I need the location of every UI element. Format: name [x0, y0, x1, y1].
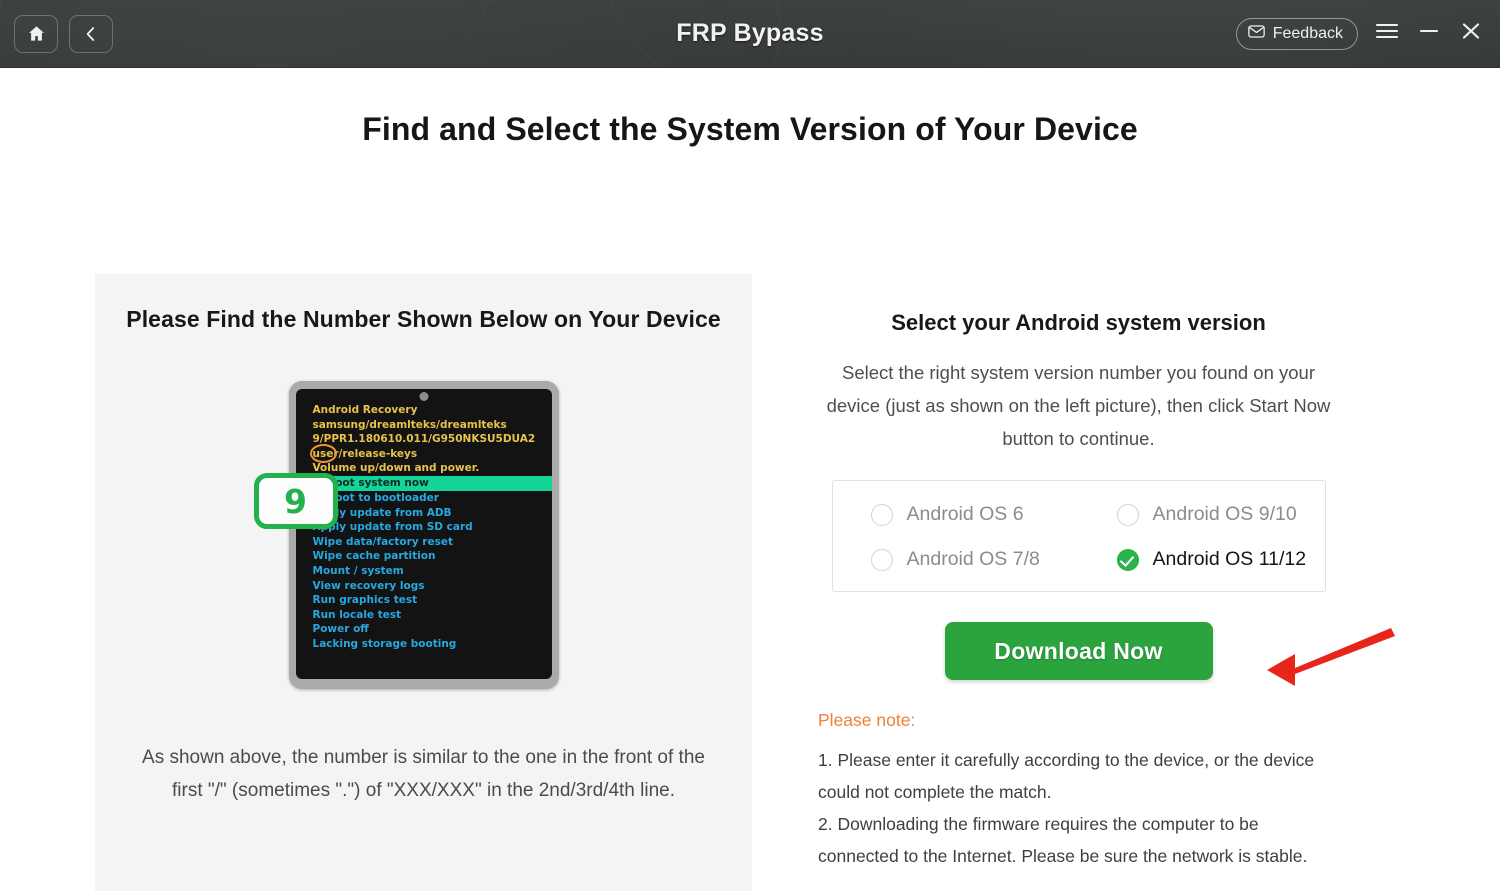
radio-option-android-os-7-8[interactable]: Android OS 7/8 [833, 548, 1079, 571]
page-body: Find and Select the System Version of Yo… [0, 68, 1500, 891]
title-bar: FRP Bypass Feedback [0, 0, 1500, 68]
recovery-build-line: 9/PPR1.180610.011/G950NKSU5DUA2 [312, 433, 536, 446]
recovery-line: Android Recovery [312, 404, 418, 416]
phone-frame: Android Recovery samsung/dreamlteks/drea… [288, 381, 559, 689]
recovery-line: samsung/dreamlteks/dreamlteks [312, 418, 507, 431]
radio-indicator-icon [870, 548, 893, 571]
recovery-menu-item: Power off [312, 623, 369, 636]
close-button[interactable] [1458, 21, 1484, 47]
radio-label: Android OS 11/12 [1152, 548, 1307, 570]
radio-label: Android OS 6 [906, 503, 1024, 525]
left-panel-heading: Please Find the Number Shown Below on Yo… [126, 306, 721, 332]
note-line: 2. Downloading the firmware requires the… [818, 814, 1308, 866]
feedback-label: Feedback [1272, 24, 1343, 42]
titlebar-controls: Feedback [1235, 17, 1484, 50]
radio-option-android-os-9-10[interactable]: Android OS 9/10 [1079, 503, 1325, 526]
menu-button[interactable] [1374, 21, 1400, 47]
recovery-menu-item: Lacking storage booting [312, 637, 457, 650]
version-radio-group: Android OS 6 Android OS 9/10 Android OS … [831, 480, 1326, 592]
content-panels: Please Find the Number Shown Below on Yo… [95, 274, 1405, 891]
note-title: Please note: [818, 710, 916, 730]
left-panel-caption: As shown above, the number is similar to… [142, 747, 705, 801]
chevron-left-icon [82, 25, 100, 43]
minimize-button[interactable] [1416, 21, 1442, 47]
back-button[interactable] [69, 14, 113, 53]
recovery-line: Volume up/down and power. [312, 462, 480, 475]
radio-option-android-os-6[interactable]: Android OS 6 [833, 503, 1079, 526]
recovery-menu-item: Run locale test [312, 608, 402, 621]
radio-label: Android OS 9/10 [1152, 503, 1297, 525]
envelope-icon [1247, 24, 1265, 43]
recovery-menu-item: View recovery logs [312, 579, 425, 592]
right-panel-heading: Select your Android system version [891, 310, 1266, 335]
recovery-menu-item: Wipe cache partition [312, 550, 436, 563]
titlebar-nav-group [14, 14, 113, 53]
right-panel-description: Select the right system version number y… [826, 362, 1331, 449]
recovery-screenshot: Android Recovery samsung/dreamlteks/drea… [253, 381, 559, 689]
radio-indicator-icon [870, 503, 893, 526]
download-now-button[interactable]: Download Now [944, 622, 1213, 680]
home-icon [27, 24, 46, 43]
recovery-menu-item: Run graphics test [312, 594, 418, 607]
recovery-menu-item: Mount / system [312, 564, 404, 577]
radio-indicator-icon [1116, 503, 1139, 526]
minimize-icon [1418, 22, 1440, 45]
radio-label: Android OS 7/8 [906, 548, 1040, 570]
radio-checked-icon [1116, 548, 1139, 571]
red-arrow-annotation [1245, 624, 1395, 691]
radio-option-android-os-11-12[interactable]: Android OS 11/12 [1079, 548, 1325, 571]
callout-number-badge: 9 [253, 473, 338, 529]
close-icon [1460, 21, 1482, 46]
recovery-line: user/release-keys [312, 447, 418, 460]
please-note-section: Please note: 1. Please enter it carefull… [818, 710, 1338, 872]
right-panel: Select your Android system version Selec… [752, 274, 1405, 891]
recovery-menu-item: Wipe data/factory reset [312, 535, 454, 548]
download-row: Download Now [752, 622, 1405, 686]
left-panel: Please Find the Number Shown Below on Yo… [95, 274, 752, 891]
camera-icon [419, 392, 428, 401]
note-line: 1. Please enter it carefully according t… [818, 750, 1315, 802]
feedback-button[interactable]: Feedback [1235, 17, 1358, 50]
phone-screen: Android Recovery samsung/dreamlteks/drea… [295, 389, 552, 679]
home-button[interactable] [14, 14, 58, 53]
page-title: Find and Select the System Version of Yo… [362, 111, 1138, 147]
hamburger-menu-icon [1375, 22, 1399, 45]
